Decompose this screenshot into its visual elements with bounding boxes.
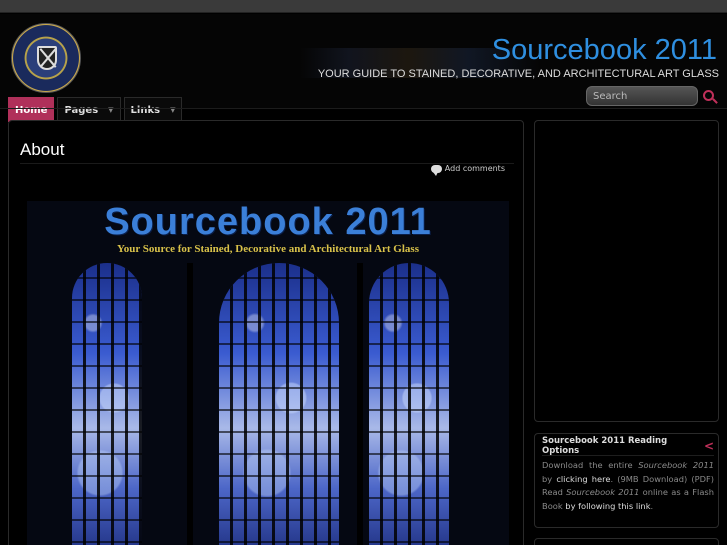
add-comments-label: Add comments: [444, 164, 505, 173]
header-divider: [0, 108, 727, 109]
nav-item-label: Links: [130, 104, 161, 116]
search-button[interactable]: [701, 88, 719, 106]
flash-book-link[interactable]: by following this link: [565, 501, 650, 511]
search-icon-handle: [712, 98, 718, 104]
stained-glass-window-right: [369, 263, 449, 545]
nav-item-links[interactable]: Links ▼: [123, 97, 183, 122]
add-comments-link[interactable]: Add comments: [430, 164, 505, 176]
widget-divider: [542, 455, 714, 456]
window-mullion: [187, 263, 193, 545]
window-mullion: [357, 263, 363, 545]
comment-bubble-icon: [430, 164, 442, 176]
widget-text-emphasis: Sourcebook 2011: [566, 487, 640, 497]
sourcebook-cover-image[interactable]: Sourcebook 2011 Your Source for Stained,…: [27, 201, 509, 545]
widget-text: Download the entire Sourcebook 2011 by c…: [542, 459, 714, 513]
site-title[interactable]: Sourcebook 2011: [492, 34, 717, 67]
nav-item-label: Home: [15, 104, 48, 116]
browser-top-bar: [0, 0, 727, 13]
nav-item-label: Pages: [64, 104, 99, 116]
nav-item-home[interactable]: Home: [8, 97, 55, 122]
post-content: About Add comments Sourcebook 2011 Your …: [8, 120, 524, 545]
stained-glass-window-center: [219, 263, 339, 545]
site-tagline: YOUR GUIDE TO STAINED, DECORATIVE, AND A…: [317, 68, 719, 80]
widget-text-emphasis: Sourcebook 2011: [638, 460, 714, 470]
collapse-toggle-icon[interactable]: <: [704, 440, 714, 452]
search-input[interactable]: [586, 86, 698, 106]
nav-item-pages[interactable]: Pages ▼: [57, 97, 121, 122]
next-sidebar-widget: [534, 538, 719, 545]
page-title: About: [20, 140, 65, 159]
site-logo[interactable]: [11, 23, 81, 93]
widget-text-part: Download the entire: [542, 460, 639, 470]
sidebar-ad-box: [534, 120, 719, 422]
reading-options-widget: Sourcebook 2011 Reading Options < Downlo…: [534, 433, 719, 528]
download-pdf-link[interactable]: clicking here: [556, 474, 610, 484]
widget-text-part: by: [542, 473, 557, 484]
cover-title: Sourcebook 2011: [104, 201, 432, 243]
cover-subtitle: Your Source for Stained, Decorative and …: [117, 243, 419, 255]
crest-shield-icon: [37, 46, 57, 70]
widget-title: Sourcebook 2011 Reading Options: [542, 436, 668, 456]
main-nav: Home Pages ▼ Links ▼: [8, 97, 185, 122]
widget-header: Sourcebook 2011 Reading Options <: [542, 436, 714, 456]
widget-text-part: .: [650, 500, 654, 511]
stained-glass-window-left: [72, 263, 142, 545]
